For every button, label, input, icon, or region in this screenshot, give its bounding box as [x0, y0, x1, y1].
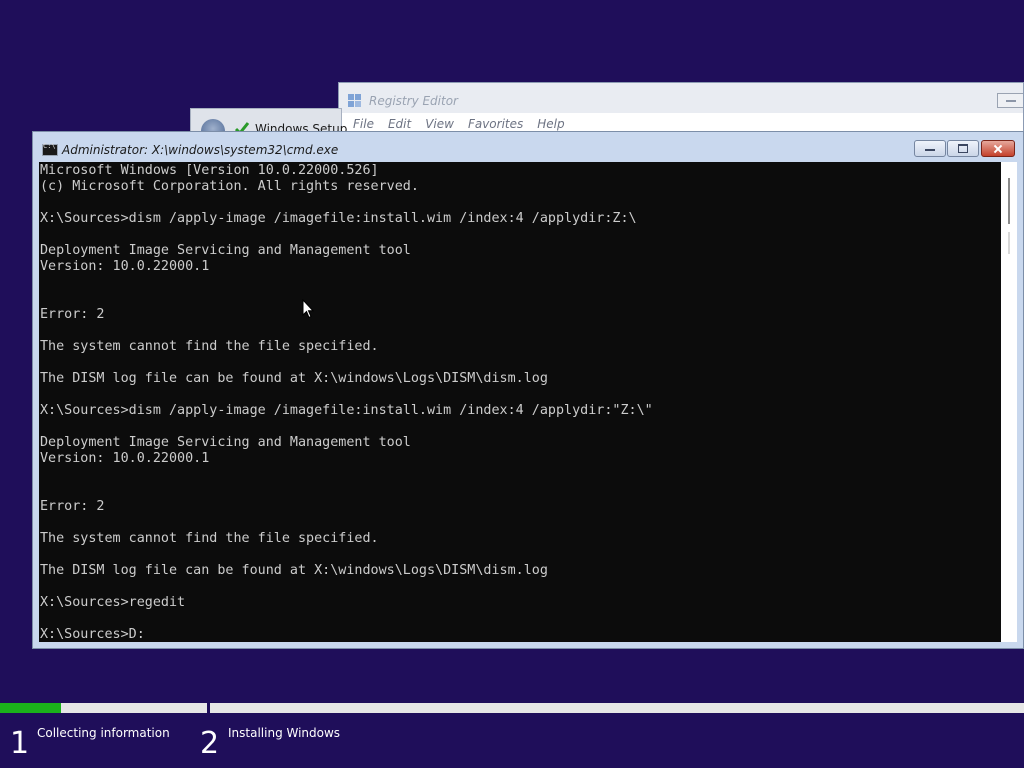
cmd-title: Administrator: X:\windows\system32\cmd.e…: [62, 143, 339, 157]
step-1-number: 1: [10, 726, 30, 761]
console-line: Error: 2: [40, 499, 105, 514]
console-line: The system cannot find the file specifie…: [40, 531, 379, 546]
step-2-label: Installing Windows: [228, 726, 341, 740]
step-2-number: 2: [200, 726, 220, 761]
maximize-button[interactable]: [947, 140, 979, 157]
console-line: The DISM log file can be found at X:\win…: [40, 371, 548, 386]
mouse-pointer-icon: [302, 299, 314, 319]
console-line: (c) Microsoft Corporation. All rights re…: [40, 179, 419, 194]
console-line: Deployment Image Servicing and Managemen…: [40, 435, 411, 450]
console-line: Error: 2: [40, 307, 105, 322]
scrollbar-thumb[interactable]: [1008, 178, 1010, 224]
console-line: Version: 10.0.22000.1: [40, 259, 210, 274]
console-line: The DISM log file can be found at X:\win…: [40, 563, 548, 578]
console-line: X:\Sources>dism /apply-image /imagefile:…: [40, 211, 637, 226]
console-output[interactable]: Microsoft Windows [Version 10.0.22000.52…: [39, 162, 1001, 642]
cmd-titlebar[interactable]: Administrator: X:\windows\system32\cmd.e…: [33, 132, 1023, 162]
scrollbar-track: [1008, 232, 1010, 254]
step-1-label: Collecting information: [37, 726, 170, 740]
progress-step-divider: [207, 701, 210, 715]
console-line: X:\Sources>regedit: [40, 595, 186, 610]
registry-editor-title: Registry Editor: [369, 94, 458, 108]
console-line: Version: 10.0.22000.1: [40, 451, 210, 466]
registry-editor-icon: [348, 94, 361, 107]
cmd-icon: [42, 142, 58, 156]
minimize-button[interactable]: [914, 140, 946, 157]
close-button[interactable]: [981, 140, 1015, 157]
desktop-background: Registry Editor File Edit View Favorites Hel…: [0, 0, 1024, 768]
console-scrollbar[interactable]: [1001, 162, 1017, 642]
registry-minimize-button[interactable]: [997, 93, 1023, 108]
console-line: X:\Sources>dism /apply-image /imagefile:…: [40, 403, 653, 418]
console-line: X:\Sources>D:: [40, 627, 145, 642]
console-line: The system cannot find the file specifie…: [40, 339, 379, 354]
cmd-window[interactable]: Administrator: X:\windows\system32\cmd.e…: [32, 131, 1024, 649]
console-line: Microsoft Windows [Version 10.0.22000.52…: [40, 163, 379, 178]
setup-progress-fill: [0, 703, 61, 713]
console-line: Deployment Image Servicing and Managemen…: [40, 243, 411, 258]
setup-progress-track: [0, 703, 1024, 713]
